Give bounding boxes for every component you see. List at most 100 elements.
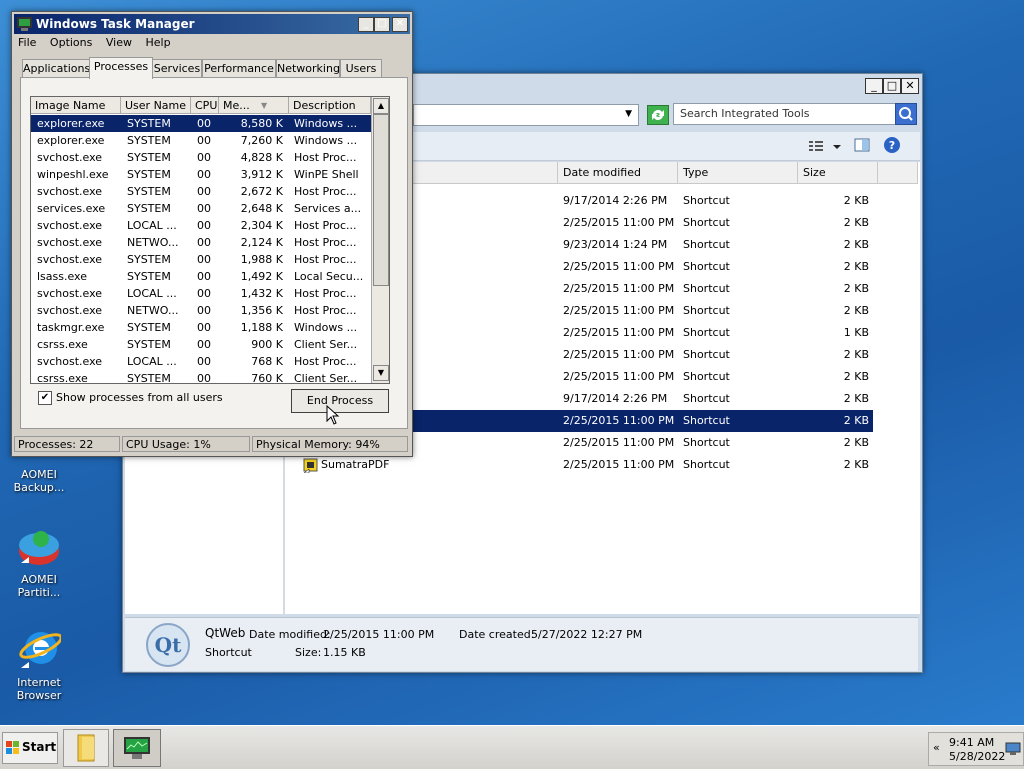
- process-cpu: 00: [197, 202, 211, 215]
- process-description: Host Proc...: [294, 355, 357, 368]
- clock-date[interactable]: 5/28/2022: [949, 750, 1005, 763]
- column-header-cpu[interactable]: CPU: [191, 97, 219, 114]
- search-button[interactable]: [895, 103, 917, 125]
- help-button[interactable]: ?: [883, 136, 901, 154]
- process-image-name: svchost.exe: [37, 151, 103, 164]
- show-hidden-icons-button[interactable]: «: [933, 741, 940, 754]
- process-description: Services a...: [294, 202, 362, 215]
- explorer-close-button[interactable]: ✕: [901, 78, 919, 94]
- process-row[interactable]: svchost.exe NETWO... 00 1,356 K Host Proc...: [31, 302, 371, 319]
- task-manager-minimize-button[interactable]: _: [358, 17, 374, 32]
- process-list-scrollbar[interactable]: ▲ ▼: [371, 97, 389, 383]
- tab-networking[interactable]: Networking: [276, 59, 340, 78]
- search-input[interactable]: Search Integrated Tools: [673, 103, 899, 125]
- process-row[interactable]: lsass.exe SYSTEM 00 1,492 K Local Secu...: [31, 268, 371, 285]
- file-size: 2 KB: [843, 216, 869, 229]
- process-list[interactable]: Image Name User Name CPU Me... ▼ Descrip…: [30, 96, 390, 384]
- process-row[interactable]: svchost.exe NETWO... 00 2,124 K Host Proc...: [31, 234, 371, 251]
- process-row[interactable]: services.exe SYSTEM 00 2,648 K Services a...: [31, 200, 371, 217]
- taskbar-task-manager-button[interactable]: [113, 729, 161, 767]
- process-description: Windows ...: [294, 321, 358, 334]
- end-process-button[interactable]: End Process: [291, 389, 389, 413]
- process-row[interactable]: svchost.exe LOCAL ... 00 768 K Host Proc...: [31, 353, 371, 370]
- process-cpu: 00: [197, 117, 211, 130]
- process-row[interactable]: svchost.exe LOCAL ... 00 2,304 K Host Proc..…: [31, 217, 371, 234]
- view-options-button[interactable]: [807, 137, 843, 155]
- tab-processes[interactable]: Processes: [89, 57, 153, 79]
- process-row[interactable]: taskmgr.exe SYSTEM 00 1,188 K Windows ...: [31, 319, 371, 336]
- process-row[interactable]: csrss.exe SYSTEM 00 760 K Client Ser...: [31, 370, 371, 384]
- desktop-icon-internet-browser[interactable]: Internet Browser: [8, 628, 70, 702]
- task-manager-maximize-button[interactable]: □: [374, 17, 390, 32]
- explorer-minimize-button[interactable]: _: [865, 78, 883, 94]
- menu-view[interactable]: View: [106, 36, 132, 49]
- tab-performance[interactable]: Performance: [202, 59, 276, 78]
- desktop-icon-aomei-partition[interactable]: AOMEI Partiti...: [8, 525, 70, 599]
- file-size: 2 KB: [843, 348, 869, 361]
- tab-users[interactable]: Users: [340, 59, 382, 78]
- column-header-image-name[interactable]: Image Name: [31, 97, 121, 114]
- process-row[interactable]: svchost.exe SYSTEM 00 1,988 K Host Proc...: [31, 251, 371, 268]
- menu-file[interactable]: File: [18, 36, 36, 49]
- task-manager-window[interactable]: Windows Task Manager _ □ ✕ File Options …: [11, 11, 413, 457]
- address-dropdown-icon[interactable]: ▼: [625, 109, 632, 119]
- process-image-name: csrss.exe: [37, 338, 88, 351]
- process-image-name: taskmgr.exe: [37, 321, 105, 334]
- file-size: 1 KB: [843, 326, 869, 339]
- process-cpu: 00: [197, 168, 211, 181]
- file-size: 2 KB: [843, 414, 869, 427]
- scroll-up-button[interactable]: ▲: [373, 98, 389, 114]
- go-refresh-button[interactable]: [647, 105, 669, 125]
- process-cpu: 00: [197, 253, 211, 266]
- taskbar-explorer-button[interactable]: [63, 729, 109, 767]
- process-user-name: SYSTEM: [127, 151, 171, 164]
- process-memory: 1,988 K: [240, 253, 283, 266]
- file-row[interactable]: SumatraPDF 2/25/2015 11:00 PM Shortcut 2 KB: [285, 454, 873, 476]
- view-list-icon: [809, 141, 841, 151]
- address-bar[interactable]: ▼: [413, 104, 639, 126]
- process-row[interactable]: winpeshl.exe SYSTEM 00 3,912 K WinPE Shell: [31, 166, 371, 183]
- process-user-name: SYSTEM: [127, 117, 171, 130]
- file-date-modified: 2/25/2015 11:00 PM: [563, 436, 675, 449]
- process-user-name: SYSTEM: [127, 372, 171, 384]
- preview-pane-button[interactable]: [853, 136, 871, 154]
- menu-help[interactable]: Help: [145, 36, 170, 49]
- column-header-type[interactable]: Type: [678, 162, 798, 184]
- file-size: 2 KB: [843, 194, 869, 207]
- process-row[interactable]: svchost.exe SYSTEM 00 4,828 K Host Proc...: [31, 149, 371, 166]
- task-manager-close-button[interactable]: ✕: [392, 17, 408, 32]
- process-description: Host Proc...: [294, 287, 357, 300]
- process-image-name: winpeshl.exe: [37, 168, 109, 181]
- scroll-thumb[interactable]: [373, 114, 389, 286]
- network-icon[interactable]: [1005, 742, 1021, 756]
- details-pane: Qt QtWeb Date modified: 2/25/2015 11:00 …: [125, 617, 918, 671]
- tab-applications[interactable]: Applications: [22, 59, 90, 78]
- explorer-maximize-button[interactable]: □: [883, 78, 901, 94]
- details-size: 1.15 KB: [323, 646, 366, 659]
- column-header-memory[interactable]: Me... ▼: [219, 97, 289, 114]
- scroll-down-button[interactable]: ▼: [373, 365, 389, 381]
- clock-time[interactable]: 9:41 AM: [949, 736, 994, 749]
- task-manager-titlebar[interactable]: Windows Task Manager _ □ ✕: [14, 14, 410, 34]
- process-user-name: LOCAL ...: [127, 219, 177, 232]
- column-header-size[interactable]: Size: [798, 162, 878, 184]
- start-button[interactable]: Start: [2, 732, 58, 764]
- process-image-name: lsass.exe: [37, 270, 87, 283]
- column-header-user-name[interactable]: User Name: [121, 97, 191, 114]
- process-image-name: svchost.exe: [37, 219, 103, 232]
- tab-services[interactable]: Services: [152, 59, 202, 78]
- process-row[interactable]: svchost.exe LOCAL ... 00 1,432 K Host Proc..…: [31, 285, 371, 302]
- process-description: Host Proc...: [294, 304, 357, 317]
- column-header-date[interactable]: Date modified: [558, 162, 678, 184]
- show-all-users-checkbox[interactable]: ✔: [38, 391, 52, 405]
- details-date-created: 5/27/2022 12:27 PM: [531, 628, 643, 641]
- file-date-modified: 9/17/2014 2:26 PM: [563, 194, 668, 207]
- menu-options[interactable]: Options: [50, 36, 92, 49]
- process-cpu: 00: [197, 151, 211, 164]
- column-header-description[interactable]: Description: [289, 97, 371, 114]
- process-row[interactable]: csrss.exe SYSTEM 00 900 K Client Ser...: [31, 336, 371, 353]
- process-row[interactable]: svchost.exe SYSTEM 00 2,672 K Host Proc...: [31, 183, 371, 200]
- process-description: Host Proc...: [294, 151, 357, 164]
- process-row[interactable]: explorer.exe SYSTEM 00 7,260 K Windows ...: [31, 132, 371, 149]
- process-row[interactable]: explorer.exe SYSTEM 00 8,580 K Windows ...: [31, 115, 371, 132]
